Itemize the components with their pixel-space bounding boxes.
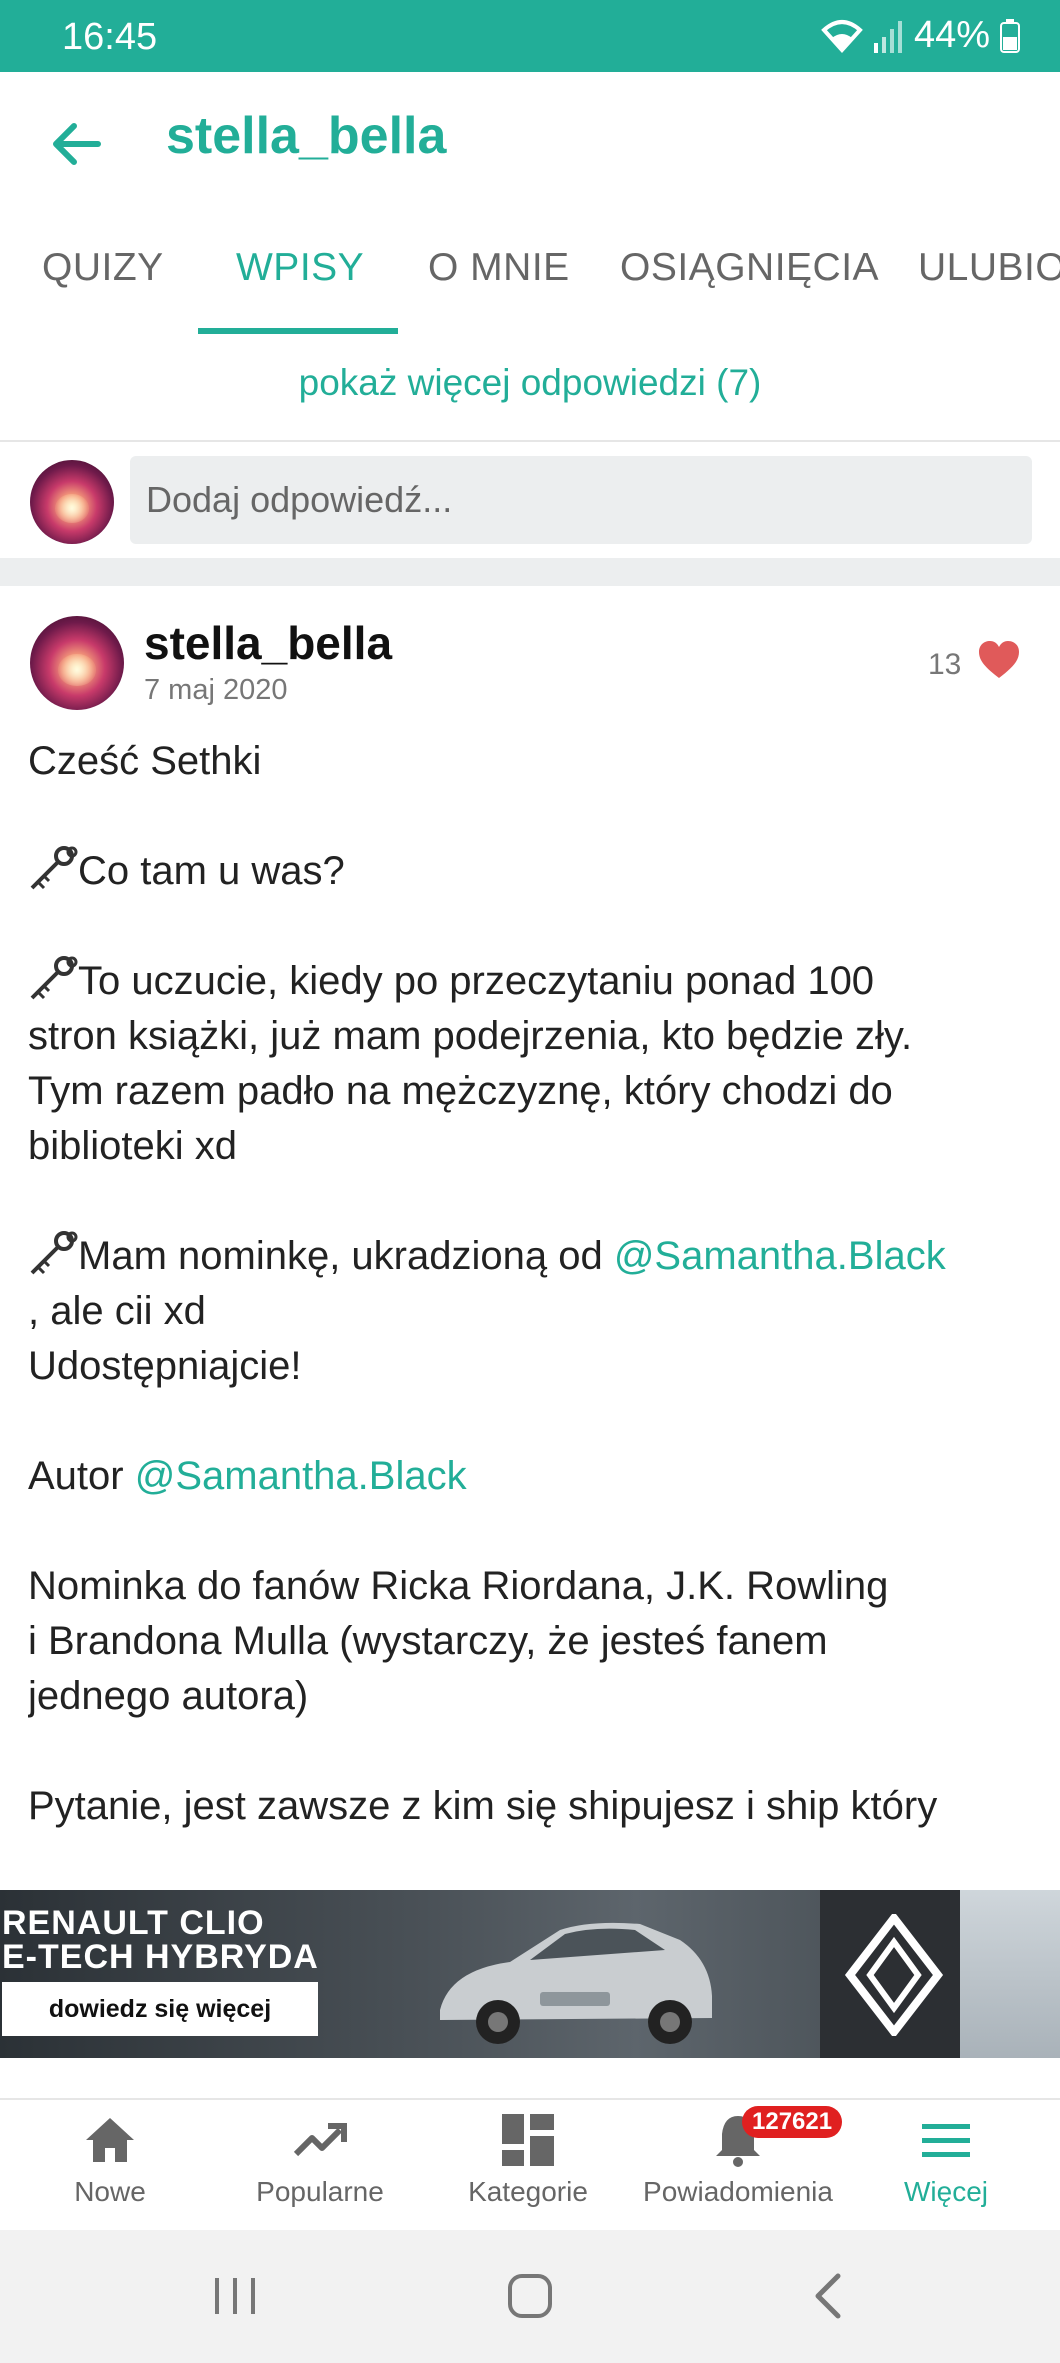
post-text-line: Mam nominkę, ukradzioną od @Samantha.Bla…	[28, 1229, 1038, 1284]
bottom-nav: Nowe Popularne Kategorie Powiadomienia 1…	[0, 2100, 1060, 2230]
post-text-line: Udostępniajcie!	[28, 1344, 302, 1388]
menu-icon	[922, 2124, 970, 2157]
tab-quizy[interactable]: QUIZY	[42, 246, 164, 290]
nav-item-kategorie[interactable]: Kategorie	[428, 2110, 628, 2208]
avatar	[30, 460, 114, 544]
nav-item-nowe[interactable]: Nowe	[10, 2110, 210, 2208]
back-arrow-icon[interactable]	[48, 114, 108, 174]
notification-badge: 127621	[742, 2106, 843, 2138]
reply-input[interactable]	[130, 456, 1032, 544]
status-time: 16:45	[62, 16, 158, 58]
app-bar: stella_bella	[0, 72, 1060, 212]
divider	[0, 440, 1060, 442]
system-nav-bar	[0, 2230, 1060, 2363]
active-tab-indicator	[198, 328, 398, 334]
user-mention-link[interactable]: @Samantha.Black	[614, 1234, 946, 1278]
post-text-line: jednego autora)	[28, 1674, 309, 1718]
post-text-line: To uczucie, kiedy po przeczytaniu ponad …	[28, 954, 1038, 1009]
trending-icon	[293, 2123, 347, 2157]
wifi-icon	[820, 18, 864, 54]
nav-item-popularne[interactable]: Popularne	[220, 2110, 420, 2208]
post-text: Autor	[28, 1454, 135, 1498]
tab-osiagniecia[interactable]: OSIĄGNIĘCIA	[620, 246, 879, 290]
tab-wpisy[interactable]: WPISY	[236, 246, 364, 290]
post-text: Co tam u was?	[78, 849, 345, 893]
tab-ulubione[interactable]: ULUBIO	[918, 246, 1060, 290]
section-divider	[0, 558, 1060, 586]
key-icon	[30, 846, 78, 890]
ad-cta-button[interactable]: dowiedz się więcej	[2, 1982, 318, 2036]
page-title: stella_bella	[166, 107, 447, 165]
battery-icon	[1000, 18, 1020, 53]
post-text-line: Cześć Sethki	[28, 739, 262, 783]
post-text-line: biblioteki xd	[28, 1124, 238, 1168]
home-button-icon[interactable]	[500, 2266, 560, 2326]
post-text-line: i Brandona Mulla (wystarczy, że jesteś f…	[28, 1619, 828, 1663]
battery-percent: 44%	[913, 14, 990, 56]
status-bar: 16:45 44%	[0, 0, 1060, 72]
post-author[interactable]: stella_bella	[144, 616, 392, 670]
tab-o-mnie[interactable]: O MNIE	[428, 246, 570, 290]
heart-icon[interactable]	[978, 640, 1020, 680]
back-button-icon[interactable]	[800, 2266, 860, 2326]
post-date: 7 maj 2020	[144, 674, 288, 706]
grid-icon	[502, 2114, 554, 2166]
post-text-line: Tym razem padło na mężczyznę, który chod…	[28, 1069, 893, 1113]
like-count: 13	[928, 648, 962, 681]
post-text-line: Pytanie, jest zawsze z kim się shipujesz…	[28, 1784, 938, 1828]
recent-apps-icon[interactable]	[205, 2266, 265, 2326]
post-text-line: Nominka do fanów Ricka Riordana, J.K. Ro…	[28, 1564, 889, 1608]
post-text-line: stron książki, już mam podejrzenia, kto …	[28, 1014, 913, 1058]
renault-logo-icon	[844, 1914, 944, 2036]
post-body: Cześć Sethki Co tam u was? To uczucie, k…	[28, 734, 1038, 1852]
user-mention-link[interactable]: @Samantha.Black	[135, 1454, 467, 1498]
status-icons: 44%	[820, 14, 1020, 57]
profile-tabs: QUIZY WPISY O MNIE OSIĄGNIĘCIA ULUBIO	[0, 212, 1060, 336]
post-text: To uczucie, kiedy po przeczytaniu ponad …	[78, 959, 875, 1003]
post-author-avatar[interactable]	[30, 616, 124, 710]
post-text-line: , ale cii xd	[28, 1289, 206, 1333]
home-icon	[86, 2118, 134, 2162]
car-image	[440, 1922, 712, 2044]
show-more-replies-link[interactable]: pokaż więcej odpowiedzi (7)	[0, 362, 1060, 404]
post-text: Mam nominkę, ukradzioną od	[78, 1234, 614, 1278]
signal-icon	[873, 19, 904, 53]
post-text-line: Co tam u was?	[28, 844, 1038, 899]
ad-banner[interactable]: RENAULT CLIO E-TECH HYBRYDA dowiedz się …	[0, 1890, 1060, 2058]
nav-item-wiecej[interactable]: Więcej	[846, 2110, 1046, 2208]
post-text-line: Autor @Samantha.Black	[28, 1449, 1038, 1504]
ad-subheadline: E-TECH HYBRYDA	[2, 1938, 319, 1976]
key-icon	[30, 1231, 78, 1275]
key-icon	[30, 956, 78, 1000]
